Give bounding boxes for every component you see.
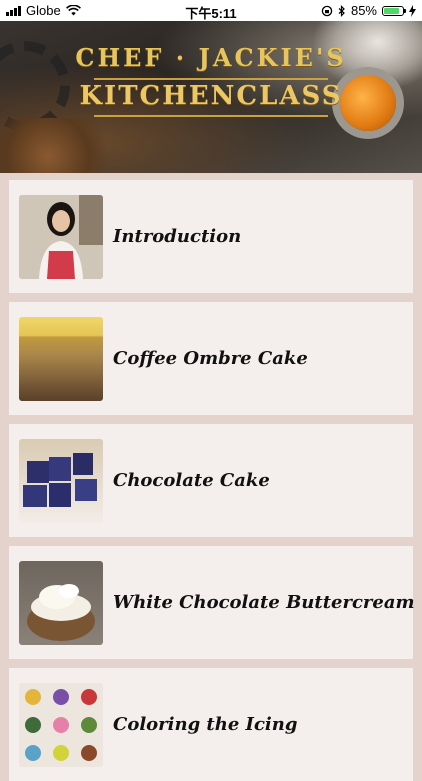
- buttercream-bowl-image: [27, 584, 95, 641]
- lesson-label: Coffee Ombre Cake: [113, 348, 308, 369]
- cake-cubes-image: [23, 453, 97, 507]
- battery-icon: [382, 5, 406, 16]
- battery-fill: [384, 7, 400, 14]
- banner-divider: [94, 115, 328, 117]
- orientation-lock-icon: [321, 5, 333, 16]
- lesson-label: Chocolate Cake: [113, 470, 270, 491]
- status-right: 85%: [321, 3, 416, 18]
- crumbs-decoration: [0, 118, 120, 173]
- chef-portrait-image: [19, 195, 103, 279]
- bluetooth-icon: [338, 4, 345, 17]
- banner-title-line2: KITCHENCLASS: [79, 81, 343, 111]
- icing-dots-image: [25, 689, 97, 761]
- charging-icon: [409, 4, 416, 17]
- lesson-item-chocolate-cake[interactable]: Chocolate Cake: [9, 424, 413, 537]
- lesson-label: Coloring the Icing: [113, 714, 298, 735]
- chocolate-cake-thumbnail: [19, 439, 103, 523]
- battery-percent: 85%: [350, 3, 377, 18]
- lesson-label: White Chocolate Buttercream: [113, 592, 415, 613]
- chef-portrait-thumbnail: [19, 195, 103, 279]
- lesson-item-introduction[interactable]: Introduction: [9, 180, 413, 293]
- lesson-item-white-chocolate-buttercream[interactable]: White Chocolate Buttercream: [9, 546, 415, 659]
- ombre-cake-thumbnail: [19, 317, 103, 401]
- lesson-item-coffee-ombre-cake[interactable]: Coffee Ombre Cake: [9, 302, 413, 415]
- lesson-item-coloring-the-icing[interactable]: Coloring the Icing: [9, 668, 413, 781]
- colored-icing-thumbnail: [19, 683, 103, 767]
- status-bar: Globe 下午5:11 85%: [0, 0, 422, 21]
- header-banner: CHEF · JACKIE'S KITCHENCLASS: [0, 21, 422, 173]
- buttercream-thumbnail: [19, 561, 103, 645]
- lesson-label: Introduction: [113, 226, 242, 247]
- banner-title-line1: CHEF · JACKIE'S: [75, 43, 347, 72]
- banner-divider: [94, 78, 328, 80]
